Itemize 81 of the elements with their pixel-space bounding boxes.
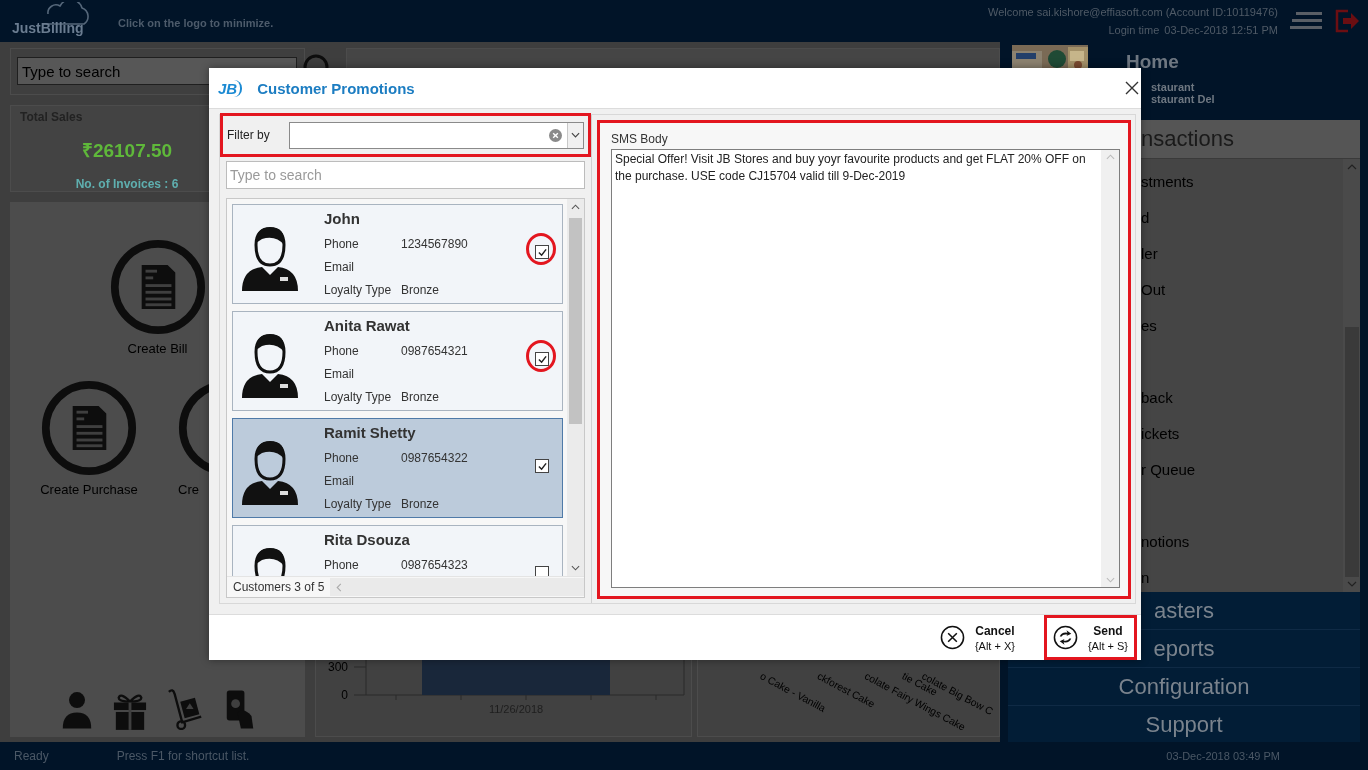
login-label: Login time	[1108, 24, 1160, 36]
refresh-icon	[1052, 625, 1078, 650]
clear-icon[interactable]	[549, 128, 562, 142]
loyalty-type: Bronze	[401, 389, 440, 404]
field-label: Loyalty Type	[324, 282, 393, 297]
loyalty-type: Bronze	[401, 496, 440, 511]
chevron-down-icon[interactable]	[571, 132, 580, 138]
sms-label: SMS Body	[611, 132, 669, 146]
menu-item[interactable]: ickets	[1141, 425, 1180, 442]
axis-tick-label: 300	[327, 660, 348, 674]
scrollbar[interactable]	[330, 578, 584, 596]
axis-tick-label: 0	[341, 688, 348, 702]
scrollbar[interactable]	[567, 199, 584, 576]
phone-number: 0987654321	[401, 343, 468, 358]
customer-name: Anita Rawat	[324, 317, 411, 334]
field-label: Email	[324, 259, 355, 274]
customer-name: Ramit Shetty	[324, 424, 417, 441]
action-label[interactable]: Create Bill	[127, 341, 188, 356]
phone-number: 0987654322	[401, 450, 468, 465]
gift-icon[interactable]	[113, 692, 147, 730]
customer-card[interactable]: Rita Dsouza Phone 0987654323	[232, 525, 563, 576]
sales-amount: ₹26107.50	[81, 139, 173, 163]
menu-item[interactable]: Out	[1141, 281, 1166, 298]
hint-text: Click on the logo to minimize.	[118, 17, 274, 29]
invoice-count: No. of Invoices : 6	[75, 177, 179, 191]
close-icon	[939, 625, 965, 650]
menu-item[interactable]: ler	[1141, 245, 1158, 262]
send-button[interactable]: Send {Alt + S}	[1043, 615, 1137, 660]
welcome-text: Welcome sai.kishore@effiasoft.com (Account ID:10119476)	[988, 6, 1278, 18]
status-text: Ready	[14, 749, 49, 763]
menu-section[interactable]: Support	[1008, 706, 1360, 744]
search-field[interactable]: Type to search	[226, 161, 585, 189]
phone-number: 0987654323	[401, 557, 468, 572]
status-time: 03-Dec-2018 03:49 PM	[1166, 750, 1280, 762]
menu-item[interactable]: d	[1141, 209, 1150, 226]
status-hint: Press F1 for shortcut list.	[116, 749, 250, 763]
action-label[interactable]: Cre	[178, 482, 199, 497]
field-label: Email	[324, 473, 355, 488]
chevron-left-icon[interactable]	[336, 582, 343, 592]
customer-card[interactable]: Ramit Shetty Phone 0987654322 Email Loyalty Type Bronze	[232, 418, 563, 518]
checkbox[interactable]	[535, 459, 549, 473]
action-label[interactable]: Create Purchase	[40, 482, 138, 497]
logout-icon[interactable]	[1334, 8, 1360, 34]
chevron-down-icon[interactable]	[571, 565, 580, 571]
document-icon[interactable]	[109, 239, 206, 335]
menu-item[interactable]: notions	[1141, 533, 1190, 550]
field-label: Loyalty Type	[324, 389, 393, 404]
checkbox[interactable]	[535, 566, 549, 576]
field-label: Phone	[324, 343, 360, 358]
close-icon[interactable]	[1125, 81, 1139, 95]
customer-count: Customers 3 of 5	[232, 580, 326, 594]
login-time: 03-Dec-2018 12:51 PM	[1164, 24, 1278, 36]
customer-card[interactable]: Anita Rawat Phone 0987654321 Email Loyalty Type Bronze	[232, 311, 563, 411]
menu-item[interactable]: r Queue	[1141, 461, 1196, 478]
filter-label: Filter by	[227, 128, 271, 142]
loyalty-type: Bronze	[401, 282, 440, 297]
menu-item[interactable]: stments	[1141, 173, 1194, 190]
dialog-logo: JB	[218, 79, 243, 97]
home-title: Home	[1126, 51, 1180, 73]
field-label: Phone	[324, 450, 360, 465]
filter-dropdown[interactable]	[289, 121, 584, 149]
menu-item[interactable]: es	[1141, 317, 1157, 334]
outlet-name[interactable]: staurant Del	[1151, 93, 1215, 105]
customer-name: Rita Dsouza	[324, 531, 411, 548]
field-label: Email	[324, 366, 355, 381]
customer-name: John	[324, 210, 361, 227]
outlet-name[interactable]: staurant	[1151, 81, 1215, 93]
app-logo[interactable]: JustBilling	[12, 2, 96, 40]
field-label: Phone	[324, 236, 360, 251]
menu-icon[interactable]	[1290, 12, 1322, 30]
checkbox[interactable]	[535, 352, 549, 366]
field-label: Loyalty Type	[324, 496, 393, 511]
phone-number: 1234567890	[401, 236, 468, 251]
field-label: Phone	[324, 557, 360, 572]
chevron-up-icon[interactable]	[571, 204, 580, 210]
document-icon[interactable]	[41, 380, 137, 476]
menu-section[interactable]: Configuration	[1008, 668, 1360, 706]
menu-item[interactable]: back	[1141, 389, 1173, 406]
checkbox[interactable]	[535, 245, 549, 259]
mobile-payment-icon[interactable]	[225, 688, 255, 730]
customer-card[interactable]: John Phone 1234567890 Email Loyalty Type Bronze	[232, 204, 563, 304]
